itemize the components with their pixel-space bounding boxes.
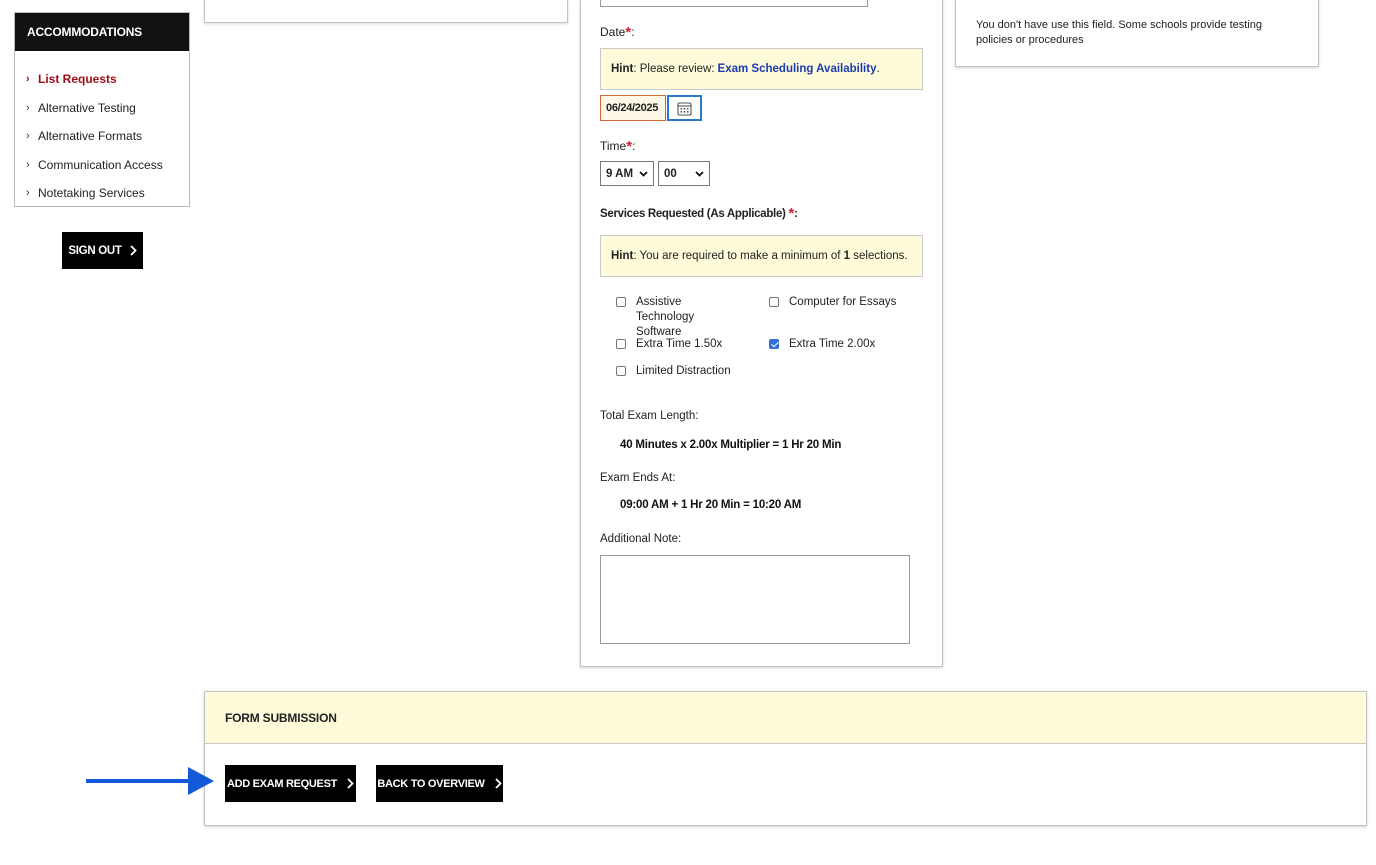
chevron-right-icon: ›	[26, 73, 30, 86]
chevron-down-icon	[639, 170, 648, 177]
minute-select[interactable]: 00	[658, 161, 710, 186]
sidebar-item-label: Alternative Testing	[38, 100, 136, 115]
sidebar-item-alternative-formats[interactable]: › Alternative Formats	[15, 122, 189, 151]
sidebar-item-notetaking-services[interactable]: › Notetaking Services	[15, 179, 189, 208]
calendar-button[interactable]	[667, 95, 702, 121]
sidebar-item-list-requests[interactable]: › List Requests	[15, 65, 189, 94]
chevron-right-icon: ›	[26, 187, 30, 200]
option-limited-distraction[interactable]: Limited Distraction	[616, 364, 731, 379]
sidebar-header: ACCOMMODATIONS	[15, 13, 189, 51]
checkbox[interactable]	[616, 297, 626, 307]
ends-at-value: 09:00 AM + 1 Hr 20 Min = 10:20 AM	[620, 499, 802, 511]
date-label: Date*:	[600, 24, 635, 41]
option-label: Extra Time 1.50x	[636, 338, 723, 350]
hint-suffix: .	[876, 63, 880, 75]
sidebar-item-alternative-testing[interactable]: › Alternative Testing	[15, 94, 189, 123]
hint-prefix: Hint	[611, 63, 634, 75]
sign-out-label: SIGN OUT	[68, 244, 122, 257]
exam-request-form: Date*: Hint: Please review: Exam Scheduli…	[580, 0, 943, 667]
label-colon: :	[794, 208, 798, 220]
date-input[interactable]: 06/24/2025	[600, 95, 666, 121]
sidebar-item-label: List Requests	[38, 72, 117, 87]
minute-value: 00	[664, 167, 677, 180]
additional-note-textarea[interactable]	[600, 555, 910, 644]
chevron-right-icon: ›	[26, 158, 30, 171]
policy-note-text: You don't have use this field. Some scho…	[976, 19, 1263, 46]
chevron-right-icon: ›	[26, 130, 30, 143]
hour-value: 9 AM	[606, 167, 634, 180]
exam-scheduling-link[interactable]: Exam Scheduling Availability	[718, 63, 877, 75]
previous-field-input[interactable]	[600, 0, 868, 7]
services-label: Services Requested (As Applicable) *:	[600, 205, 798, 222]
option-assistive-technology[interactable]: Assistive Technology Software	[616, 295, 736, 340]
option-label: Extra Time 2.00x	[789, 338, 876, 350]
chevron-down-icon	[695, 170, 704, 177]
chevron-right-icon	[494, 778, 502, 789]
arrow-right-icon	[86, 767, 214, 795]
checkbox[interactable]	[769, 297, 779, 307]
sidebar: ACCOMMODATIONS › List Requests › Alterna…	[14, 12, 190, 207]
hour-select[interactable]: 9 AM	[600, 161, 654, 186]
ends-at-label: Exam Ends At:	[600, 472, 676, 484]
date-hint: Hint: Please review: Exam Scheduling Avai…	[600, 48, 923, 90]
hint-prefix: Hint	[611, 250, 634, 262]
chevron-right-icon	[129, 245, 137, 256]
hint-suffix: selections.	[853, 250, 908, 262]
option-extra-time-1-50[interactable]: Extra Time 1.50x	[616, 337, 722, 352]
total-length-value: 40 Minutes x 2.00x Multiplier = 1 Hr 20 …	[620, 439, 842, 451]
label-colon: :	[631, 25, 635, 39]
additional-note-label: Additional Note:	[600, 533, 682, 545]
date-label-text: Date	[600, 25, 626, 39]
hint-text: : Please review:	[633, 63, 715, 75]
form-submission-panel: FORM SUBMISSION ADD EXAM REQUEST BACK TO…	[204, 691, 1367, 826]
option-label: Assistive Technology Software	[636, 296, 695, 338]
option-extra-time-2-00[interactable]: Extra Time 2.00x	[769, 337, 875, 352]
checkbox[interactable]	[616, 339, 626, 349]
option-label: Limited Distraction	[636, 365, 731, 377]
add-exam-request-button[interactable]: ADD EXAM REQUEST	[225, 765, 356, 802]
option-computer-for-essays[interactable]: Computer for Essays	[769, 295, 896, 310]
sidebar-item-label: Notetaking Services	[38, 186, 145, 201]
services-label-text: Services Requested (As Applicable)	[600, 208, 786, 220]
sidebar-item-label: Alternative Formats	[38, 129, 143, 144]
checkbox[interactable]	[616, 366, 626, 376]
sidebar-item-label: Communication Access	[38, 157, 163, 172]
option-label: Computer for Essays	[789, 296, 897, 308]
time-label-text: Time	[600, 139, 627, 153]
back-to-overview-button[interactable]: BACK TO OVERVIEW	[376, 765, 503, 802]
sign-out-button[interactable]: SIGN OUT	[62, 232, 143, 269]
back-to-overview-label: BACK TO OVERVIEW	[377, 777, 485, 790]
sidebar-list: › List Requests › Alternative Testing › …	[15, 51, 189, 208]
services-hint: Hint: You are required to make a minimum…	[600, 235, 923, 277]
sidebar-item-communication-access[interactable]: › Communication Access	[15, 151, 189, 180]
hint-text: : You are required to make a minimum of	[633, 250, 841, 262]
policy-note-panel: You don't have use this field. Some scho…	[955, 0, 1319, 67]
checkbox-checked[interactable]	[769, 339, 779, 349]
add-exam-request-label: ADD EXAM REQUEST	[226, 777, 338, 790]
submission-header: FORM SUBMISSION	[205, 692, 1366, 744]
upper-panel	[204, 0, 568, 23]
hint-count: 1	[843, 250, 851, 262]
time-label: Time*:	[600, 138, 635, 155]
label-colon: :	[632, 139, 636, 153]
total-length-label: Total Exam Length:	[600, 410, 699, 422]
chevron-right-icon	[347, 778, 354, 789]
calendar-icon	[677, 101, 692, 116]
chevron-right-icon: ›	[26, 101, 30, 114]
